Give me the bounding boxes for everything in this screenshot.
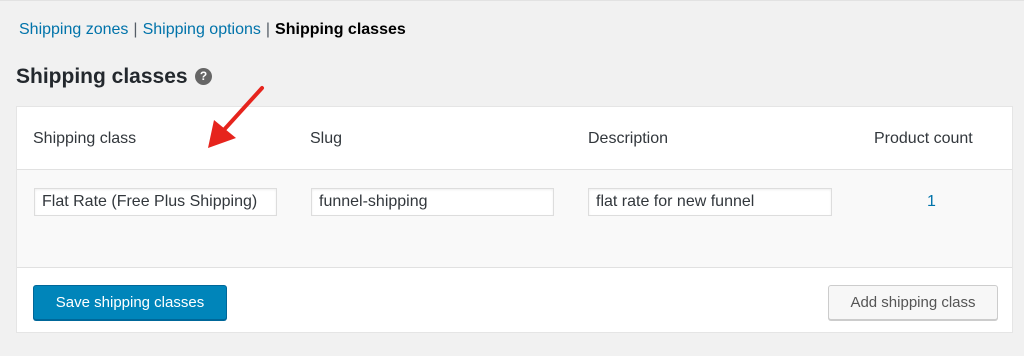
red-arrow-icon <box>208 86 264 148</box>
table-footer: Save shipping classes Add shipping class <box>17 268 1012 332</box>
add-shipping-class-button[interactable]: Add shipping class <box>828 285 998 320</box>
subnav-separator: | <box>133 21 138 38</box>
column-header-description: Description <box>588 130 669 147</box>
subnav-shipping-classes[interactable]: Shipping classes <box>275 21 406 38</box>
top-border <box>0 0 1024 1</box>
column-header-slug: Slug <box>310 130 343 147</box>
shipping-classes-table: Shipping class Slug Description Product … <box>16 106 1013 333</box>
product-count-link[interactable]: 1 <box>927 192 936 212</box>
shipping-class-name-input[interactable] <box>34 188 277 216</box>
shipping-subnav: Shipping zones | Shipping options | Shipping… <box>19 20 406 40</box>
column-header-shipping-class: Shipping class <box>33 130 137 147</box>
subnav-shipping-zones[interactable]: Shipping zones <box>19 21 128 38</box>
table-row: 1 <box>17 170 1012 268</box>
shipping-class-slug-input[interactable] <box>311 188 554 216</box>
page-title: Shipping classes <box>16 65 188 88</box>
table-header: Shipping class Slug Description Product … <box>17 107 1012 170</box>
save-shipping-classes-button[interactable]: Save shipping classes <box>33 285 227 320</box>
subnav-separator: | <box>265 21 271 38</box>
column-header-product-count: Product count <box>874 130 973 147</box>
shipping-class-description-input[interactable] <box>588 188 832 216</box>
subnav-shipping-options[interactable]: Shipping options <box>143 21 261 38</box>
